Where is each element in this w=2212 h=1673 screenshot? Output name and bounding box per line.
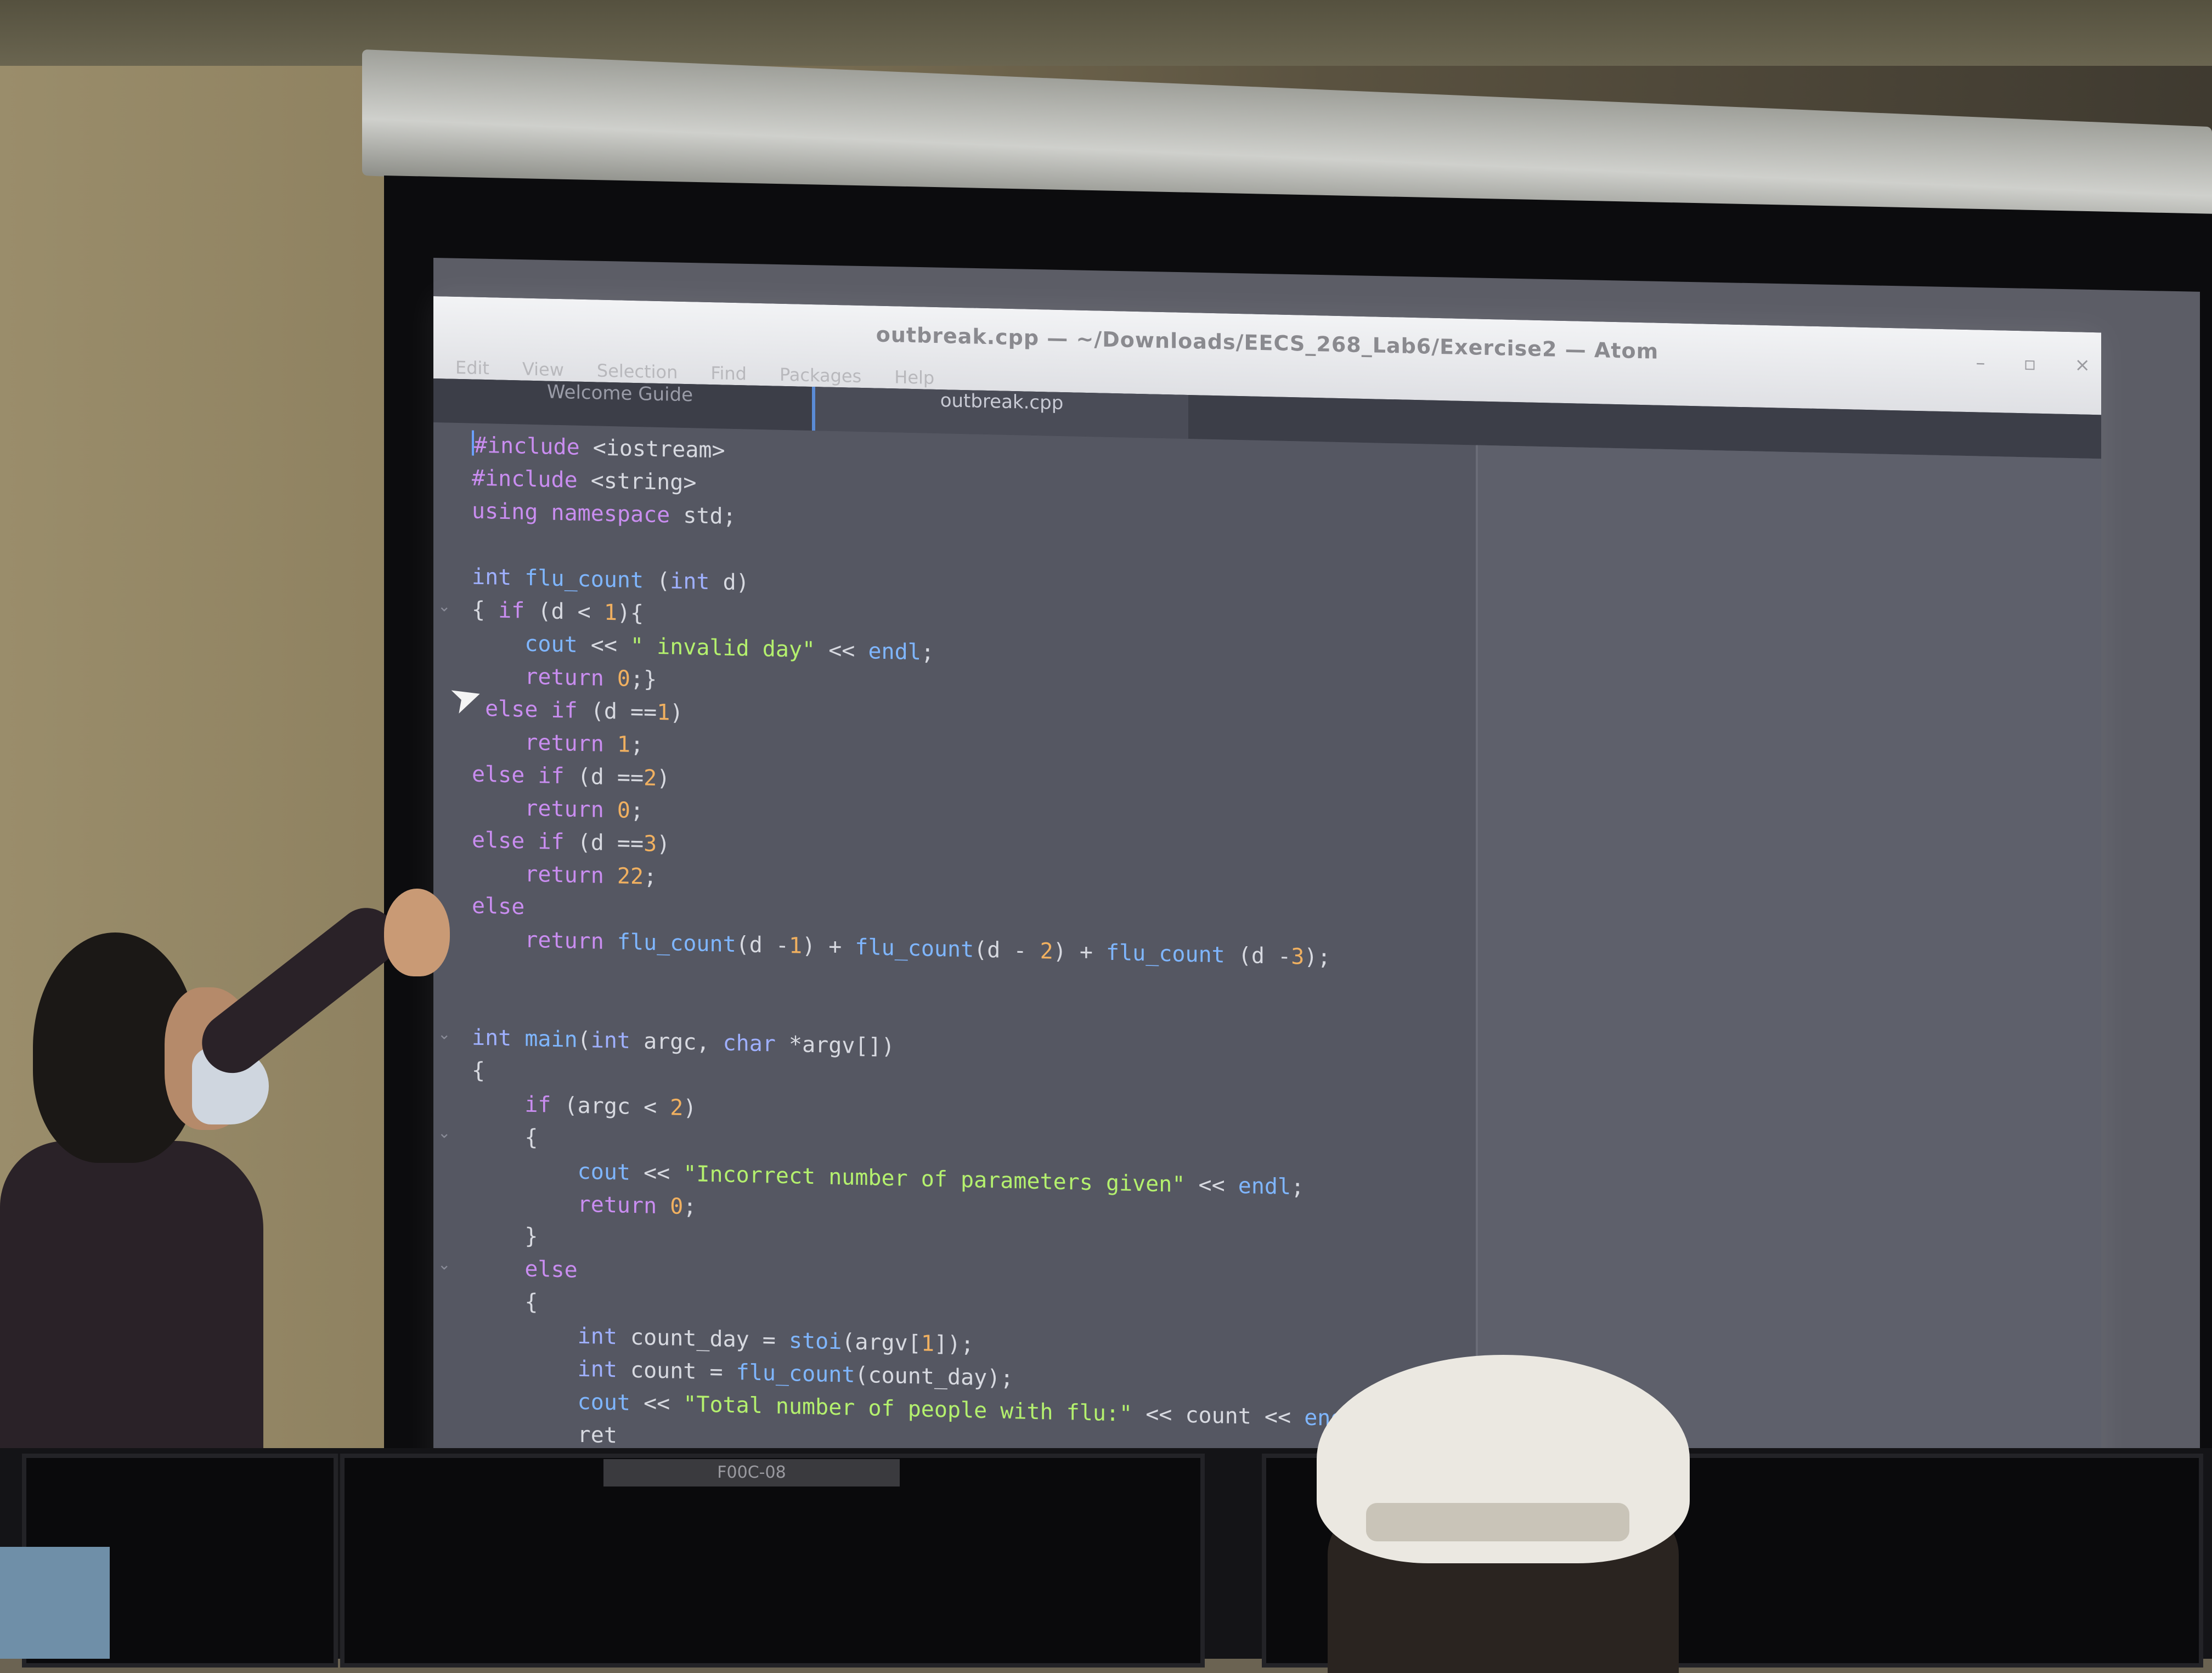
- menu-item-help[interactable]: Help: [894, 366, 934, 388]
- atom-editor-window: outbreak.cpp — ~/Downloads/EECS_268_Lab6…: [433, 296, 2101, 1518]
- tab-welcome-guide[interactable]: Welcome Guide: [433, 378, 806, 431]
- code-editor[interactable]: ⌄ ⌄ ⌄ ⌄ #include <iostream> #include <str…: [433, 422, 2101, 1518]
- student-head-with-cap: [1295, 1355, 1712, 1673]
- menu-item-selection[interactable]: Selection: [597, 360, 678, 383]
- tab-outbreak-cpp[interactable]: outbreak.cpp: [812, 387, 1188, 439]
- ceiling: [0, 0, 2212, 66]
- wrap-guide: [1476, 445, 1478, 1504]
- window-controls: – ▫ ×: [1976, 352, 2090, 376]
- fold-arrow-icon[interactable]: ⌄: [438, 1025, 450, 1043]
- minimize-icon[interactable]: –: [1976, 352, 1985, 374]
- maximize-icon[interactable]: ▫: [2023, 353, 2036, 375]
- menu-item-edit[interactable]: Edit: [455, 357, 489, 378]
- sticky-note: [0, 1547, 110, 1659]
- menu-item-view[interactable]: View: [522, 359, 564, 381]
- menu-item-packages[interactable]: Packages: [780, 364, 861, 387]
- fold-arrow-icon[interactable]: ⌄: [438, 597, 450, 615]
- close-icon[interactable]: ×: [2075, 354, 2091, 376]
- source-code: #include <iostream> #include <string> usin…: [472, 429, 1370, 1469]
- monitor-label: F00C-08: [603, 1459, 900, 1487]
- fold-arrow-icon[interactable]: ⌄: [438, 1255, 450, 1274]
- cap-strap: [1366, 1503, 1629, 1541]
- pointing-hand: [384, 889, 450, 976]
- fold-arrow-icon[interactable]: ⌄: [438, 1123, 450, 1142]
- menu-item-find[interactable]: Find: [710, 363, 747, 384]
